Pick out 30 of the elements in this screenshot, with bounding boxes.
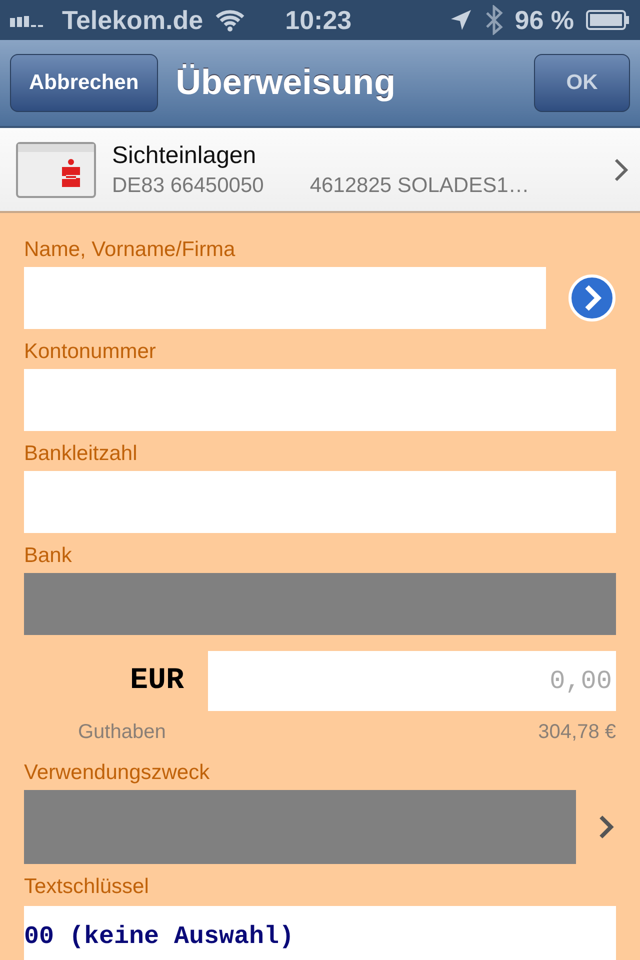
carrier-name: Telekom.de — [62, 4, 204, 36]
account-name: Sichteinlagen — [112, 142, 258, 170]
balance-label: Guthaben — [78, 721, 166, 744]
bluetooth-icon — [484, 5, 503, 35]
chevron-icon[interactable] — [598, 814, 616, 840]
currency-label: EUR — [128, 664, 184, 698]
battery-percent: 96 % — [514, 4, 574, 36]
wifi-icon — [215, 8, 246, 32]
field-label: Kontonummer — [24, 339, 157, 365]
account-iban: DE83 66450050 — [112, 174, 264, 198]
screen-title: Überweisung — [176, 63, 396, 103]
input-field[interactable] — [24, 369, 616, 431]
ok-button[interactable]: OK — [534, 54, 630, 112]
field-label: Textschlüssel — [24, 874, 150, 900]
amount-field[interactable]: 0,00 — [208, 651, 616, 711]
account-number: 4612825 SOLADES1… — [310, 174, 530, 198]
bank-card-icon — [16, 142, 96, 198]
input-field[interactable] — [24, 471, 616, 533]
balance-value: 304,78 € — [538, 721, 616, 744]
chevron-icon[interactable] — [614, 158, 628, 182]
cancel-button[interactable]: Abbrechen — [10, 54, 158, 112]
clock-time: 10:23 — [285, 4, 352, 36]
field-label: Verwendungszweck — [24, 760, 211, 786]
field-label: Name, Vorname/Firma — [24, 237, 236, 263]
field-label: Bankleitzahl — [24, 441, 138, 467]
input-field[interactable] — [24, 267, 546, 329]
text-key-field[interactable]: 00 (keine Auswahl) — [24, 906, 616, 960]
battery-icon — [586, 10, 630, 30]
location-arrow-icon — [448, 8, 473, 32]
field-label: Bank — [24, 543, 73, 569]
